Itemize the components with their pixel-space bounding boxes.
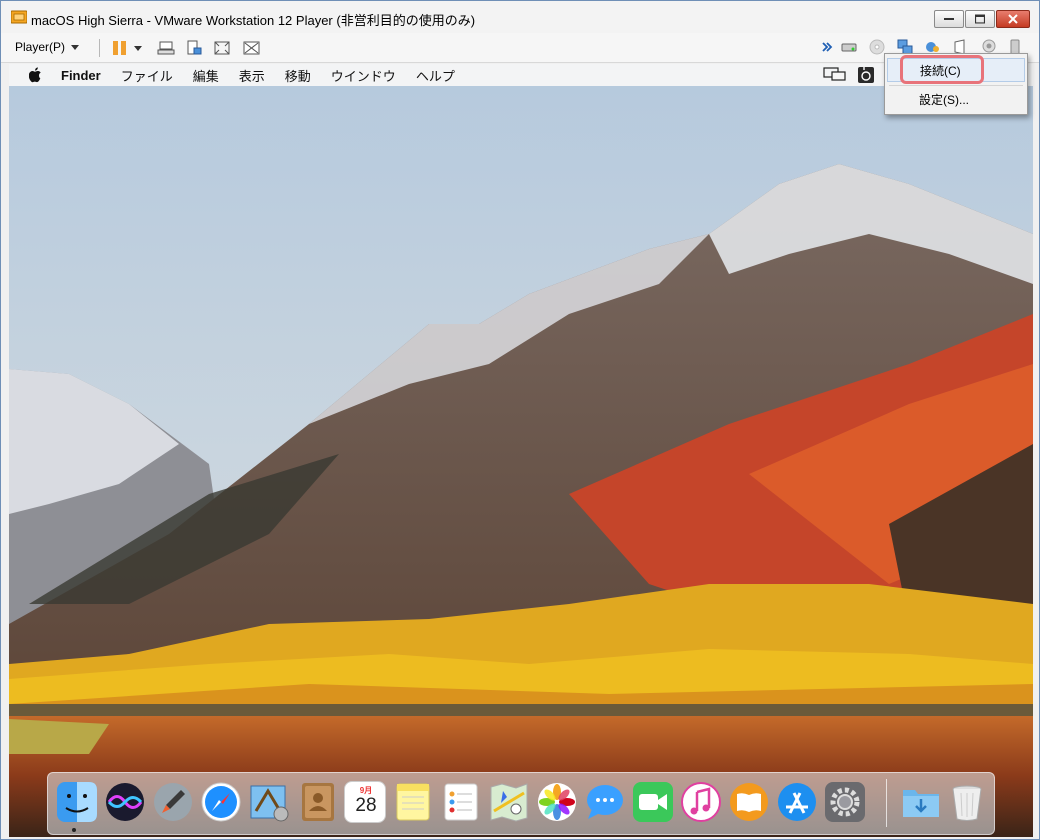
system-preferences-icon[interactable] [824, 781, 866, 823]
calendar-icon[interactable]: 9月 28 [344, 781, 386, 823]
menu-view[interactable]: 表示 [239, 66, 265, 85]
reminders-icon[interactable] [440, 781, 482, 823]
settings-menu-item[interactable]: 設定(S)... [887, 88, 1025, 112]
downloads-folder-icon[interactable] [900, 781, 942, 823]
app-store-icon[interactable] [776, 781, 818, 823]
menu-finder[interactable]: Finder [61, 68, 101, 83]
photos-icon[interactable] [536, 781, 578, 823]
guest-menubar: Finder ファイル 編集 表示 移動 ウインドウ ヘルプ [9, 64, 1033, 86]
device-context-menu: 接続(C) 設定(S)... [884, 53, 1028, 115]
menu-edit[interactable]: 編集 [193, 66, 219, 85]
vm-display[interactable]: Finder ファイル 編集 表示 移動 ウインドウ ヘルプ 9月 28 [9, 64, 1033, 837]
player-menu-button[interactable]: Player(P) [15, 40, 80, 54]
airplay-display-icon[interactable] [823, 67, 847, 83]
finder-icon[interactable] [56, 781, 98, 823]
maps-icon[interactable] [488, 781, 530, 823]
messages-icon[interactable] [584, 781, 626, 823]
itunes-icon[interactable] [680, 781, 722, 823]
pause-options-chevron-icon[interactable] [133, 40, 143, 56]
maximize-button[interactable] [965, 10, 995, 28]
mail-icon[interactable] [248, 781, 290, 823]
calendar-day: 28 [355, 795, 377, 816]
menu-divider [889, 85, 1023, 86]
cd-dvd-icon[interactable] [869, 39, 885, 55]
minimize-button[interactable] [934, 10, 964, 28]
pause-icon[interactable] [111, 40, 129, 56]
toolbar-divider [99, 39, 100, 57]
menu-file[interactable]: ファイル [121, 66, 173, 85]
title-bar[interactable]: macOS High Sierra - VMware Workstation 1… [1, 1, 1039, 33]
dock-separator [886, 779, 887, 827]
send-ctrl-alt-del-icon[interactable] [157, 40, 175, 56]
siri-icon[interactable] [104, 781, 146, 823]
close-button[interactable] [996, 10, 1030, 28]
macos-high-sierra-wallpaper [9, 64, 1033, 837]
close-icon [1008, 14, 1018, 24]
finder-running-indicator [72, 828, 76, 832]
contacts-icon[interactable] [296, 781, 338, 823]
fit-window-icon[interactable] [213, 40, 231, 56]
keyboard-icon[interactable] [858, 67, 874, 83]
menu-window[interactable]: ウインドウ [331, 66, 396, 85]
player-menu-label: Player(P) [15, 40, 66, 54]
apple-logo-icon[interactable] [29, 67, 43, 83]
removable-devices-icon[interactable] [185, 40, 203, 56]
facetime-icon[interactable] [632, 781, 674, 823]
connect-menu-item[interactable]: 接続(C) [887, 58, 1025, 82]
hard-disk-icon[interactable] [841, 39, 857, 55]
maximize-icon [975, 14, 985, 24]
notes-icon[interactable] [392, 781, 434, 823]
window-title: macOS High Sierra - VMware Workstation 1… [31, 13, 476, 28]
minimize-icon [944, 18, 954, 20]
dock: 9月 28 [47, 772, 995, 835]
launchpad-icon[interactable] [152, 781, 194, 823]
double-chevron-icon[interactable] [821, 39, 833, 55]
trash-icon[interactable] [946, 781, 988, 823]
menu-go[interactable]: 移動 [285, 66, 311, 85]
unity-icon[interactable] [243, 40, 261, 56]
vmware-app-icon [11, 10, 27, 24]
safari-icon[interactable] [200, 781, 242, 823]
vmware-player-window: macOS High Sierra - VMware Workstation 1… [0, 0, 1040, 840]
chevron-down-icon [71, 44, 80, 50]
menu-help[interactable]: ヘルプ [416, 66, 455, 85]
ibooks-icon[interactable] [728, 781, 770, 823]
